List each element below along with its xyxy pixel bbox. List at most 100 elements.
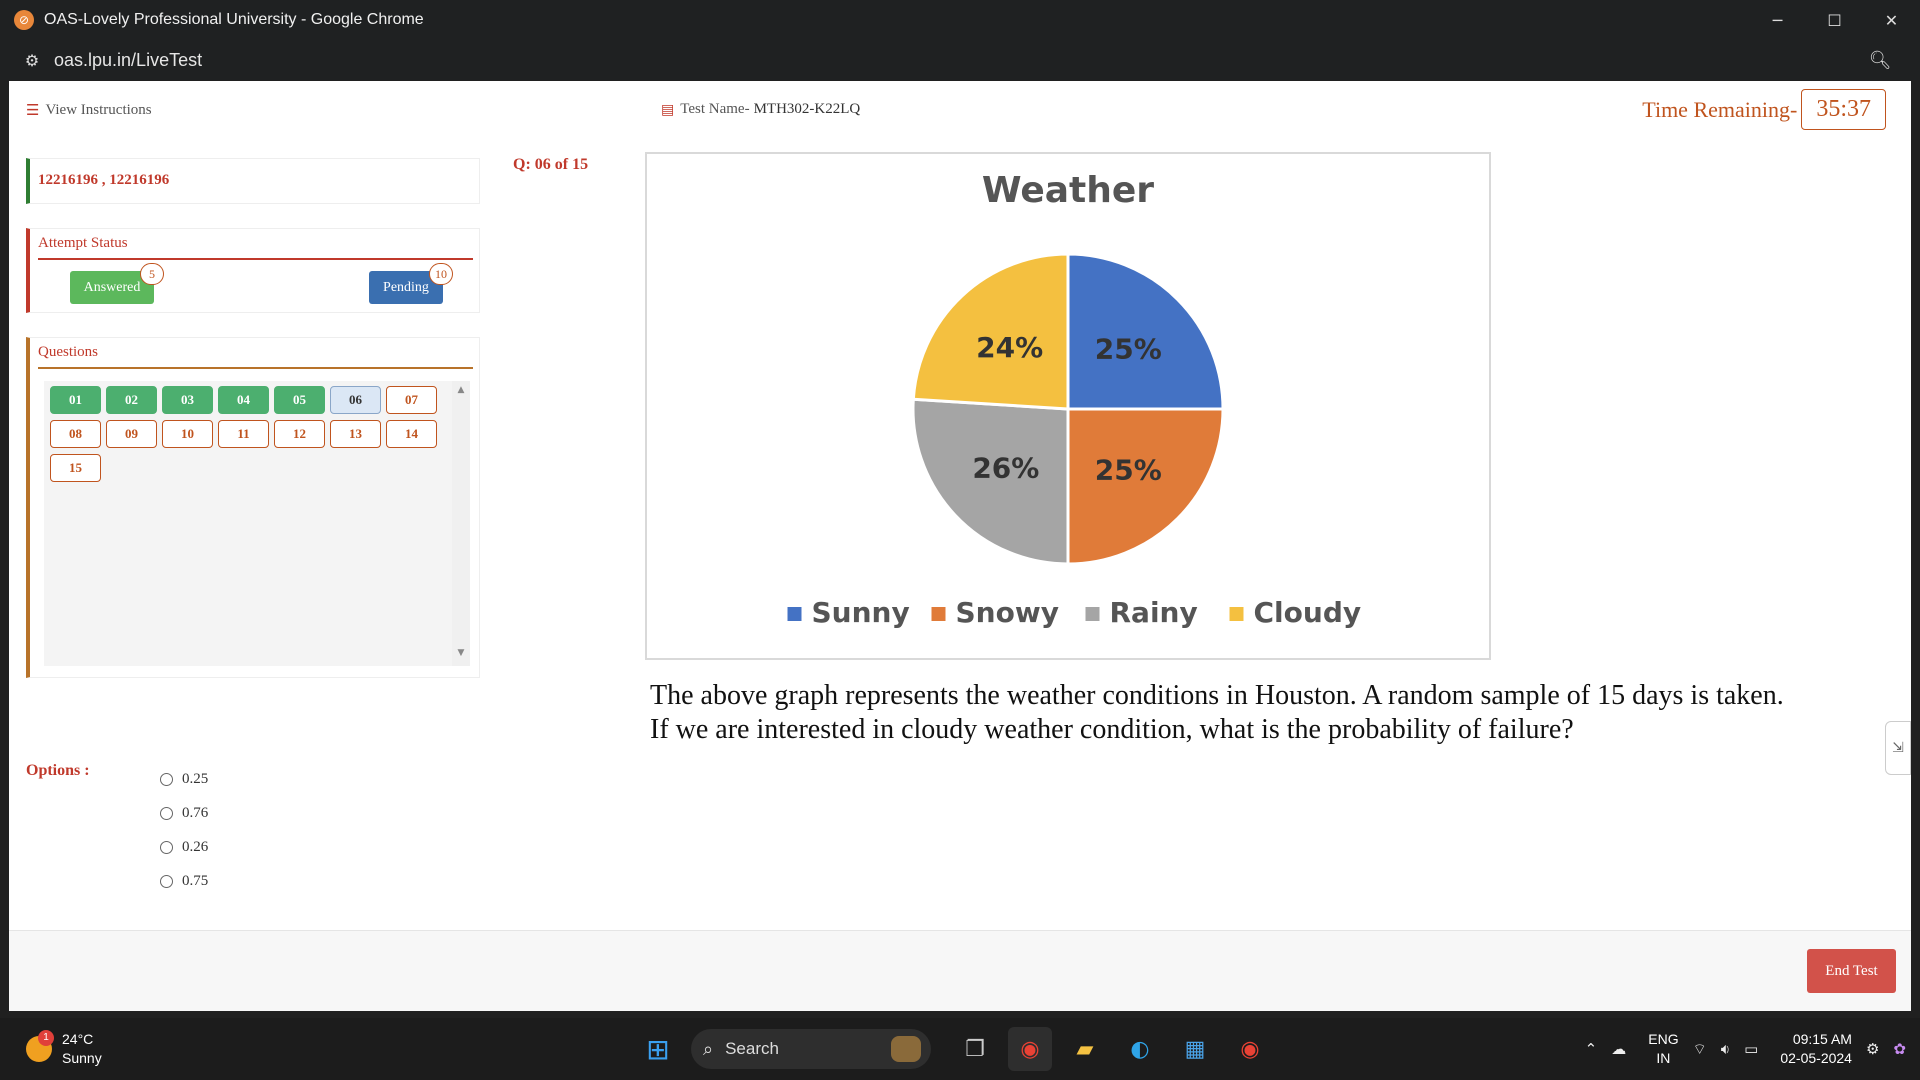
answered-button[interactable]: Answered 5	[70, 263, 164, 304]
time-remaining-label: Time Remaining-	[1642, 96, 1798, 122]
chart-legend: Sunny Snowy Rainy Cloudy	[787, 596, 1362, 629]
question-line-2: If we are interested in cloudy weather c…	[650, 714, 1574, 745]
search-highlight-icon	[891, 1036, 921, 1062]
option-3[interactable]: 0.26	[160, 839, 208, 856]
close-icon[interactable]: ✕	[1863, 0, 1920, 40]
scroll-up-icon[interactable]: ▲	[452, 385, 470, 399]
sun-icon: 1	[26, 1030, 54, 1062]
language-code: ENG	[1648, 1031, 1679, 1047]
system-tray: ⌃ ☁ ENG IN ⌔ 🔉︎ ▭ 09:15 AM 02-05-2024 ⚙ …	[1571, 1027, 1906, 1071]
end-test-button[interactable]: End Test	[1807, 949, 1896, 993]
battery-icon[interactable]: ▭	[1744, 1040, 1758, 1058]
window-controls: ─ ☐ ✕	[1749, 0, 1920, 40]
pie-slices: 25% 25% 26% 24%	[911, 252, 1225, 566]
student-id-panel: 12216196 , 12216196	[26, 158, 480, 204]
pie-label-sunny: 25%	[1095, 333, 1162, 366]
legend-label-cloudy: Cloudy	[1254, 596, 1362, 629]
legend-swatch-sunny	[787, 607, 802, 621]
side-panel-toggle-icon[interactable]: ⇲	[1885, 721, 1911, 775]
option-label: 0.26	[182, 839, 209, 855]
clock[interactable]: 09:15 AM 02-05-2024	[1780, 1030, 1852, 1068]
chrome-active-icon[interactable]: ◉	[1008, 1027, 1052, 1071]
option-radio[interactable]	[160, 807, 173, 820]
legend-swatch-snowy	[931, 607, 946, 621]
question-button-02[interactable]: 02	[106, 386, 157, 414]
legend-label-snowy: Snowy	[956, 596, 1059, 629]
pie-chart-svg: Weather 25% 25% 26% 24% Sunny Snowy Rainy Clou…	[787, 170, 1362, 629]
attempt-status-heading: Attempt Status	[38, 235, 128, 251]
address-bar: ⚙ oas.lpu.in/LiveTest 🔍︎	[0, 40, 1920, 80]
option-4[interactable]: 0.75	[160, 873, 208, 890]
question-button-15[interactable]: 15	[50, 454, 101, 482]
windows-start-icon[interactable]: ⊞	[636, 1027, 680, 1071]
clock-date: 02-05-2024	[1780, 1050, 1852, 1066]
wifi-icon[interactable]: ⌔	[1693, 1040, 1707, 1059]
maximize-icon[interactable]: ☐	[1806, 0, 1863, 40]
scroll-down-icon[interactable]: ▼	[452, 648, 470, 662]
timer: Time Remaining- 35:37	[1642, 89, 1886, 130]
option-radio[interactable]	[160, 841, 173, 854]
file-explorer-icon[interactable]: ▰	[1063, 1027, 1107, 1071]
divider	[38, 258, 473, 260]
zoom-icon[interactable]: 🔍︎	[1868, 48, 1892, 72]
option-2[interactable]: 0.76	[160, 805, 208, 822]
student-ids: 12216196 , 12216196	[38, 172, 170, 188]
question-button-11[interactable]: 11	[218, 420, 269, 448]
edge-icon[interactable]: ◐	[1118, 1027, 1162, 1071]
divider	[38, 367, 473, 369]
question-text: The above graph represents the weather c…	[650, 679, 1850, 747]
taskbar-search[interactable]: ⌕ Search	[691, 1029, 931, 1069]
search-label: Search	[725, 1039, 779, 1058]
window-title: OAS-Lovely Professional University - Goo…	[44, 11, 424, 28]
cloud-icon[interactable]: ☁	[1611, 1040, 1626, 1058]
chevron-up-icon[interactable]: ⌃	[1585, 1040, 1598, 1058]
question-button-08[interactable]: 08	[50, 420, 101, 448]
question-button-14[interactable]: 14	[386, 420, 437, 448]
option-radio[interactable]	[160, 875, 173, 888]
question-grid-scrollbar[interactable]: ▲ ▼	[452, 381, 470, 666]
option-1[interactable]: 0.25	[160, 771, 208, 788]
question-button-03[interactable]: 03	[162, 386, 213, 414]
url-text[interactable]: oas.lpu.in/LiveTest	[54, 50, 202, 71]
question-button-13[interactable]: 13	[330, 420, 381, 448]
option-label: 0.25	[182, 771, 209, 787]
test-page: ☰ View Instructions ▤ Test Name- MTH302-…	[9, 81, 1911, 1011]
question-button-07[interactable]: 07	[386, 386, 437, 414]
question-button-04[interactable]: 04	[218, 386, 269, 414]
pie-label-rainy: 26%	[972, 451, 1039, 484]
question-button-05[interactable]: 05	[274, 386, 325, 414]
legend-label-sunny: Sunny	[812, 596, 910, 629]
weather-widget[interactable]: 1 24°C Sunny	[26, 1030, 102, 1068]
question-grid: 01 02 03 04 05 06 07 08 09 10 11 12 13 14 15	[50, 386, 442, 482]
option-radio[interactable]	[160, 773, 173, 786]
store-icon[interactable]: ▦	[1173, 1027, 1217, 1071]
question-button-12[interactable]: 12	[274, 420, 325, 448]
weather-pie-chart: Weather 25% 25% 26% 24% Sunny Snowy Rainy Clou…	[645, 152, 1491, 660]
chrome-icon[interactable]: ◉	[1228, 1027, 1272, 1071]
copilot-icon[interactable]: ✿	[1893, 1040, 1906, 1058]
temperature: 24°C	[62, 1031, 94, 1047]
language-indicator[interactable]: ENG IN	[1648, 1030, 1678, 1068]
volume-icon[interactable]: 🔉︎	[1721, 1040, 1730, 1058]
site-settings-icon[interactable]: ⚙	[20, 48, 44, 72]
question-button-06[interactable]: 06	[330, 386, 381, 414]
clock-time: 09:15 AM	[1792, 1031, 1852, 1047]
pie-label-snowy: 25%	[1095, 453, 1162, 486]
test-header: ☰ View Instructions ▤ Test Name- MTH302-…	[9, 81, 1911, 139]
question-grid-container: 01 02 03 04 05 06 07 08 09 10 11 12 13 14 15 ▲ ▼	[44, 381, 470, 666]
view-instructions-label: View Instructions	[45, 101, 152, 118]
settings-icon[interactable]: ⚙	[1866, 1040, 1879, 1058]
question-button-10[interactable]: 10	[162, 420, 213, 448]
question-button-09[interactable]: 09	[106, 420, 157, 448]
questions-heading: Questions	[38, 344, 98, 360]
pending-count-badge: 10	[429, 263, 453, 285]
question-line-1: The above graph represents the weather c…	[650, 680, 1784, 711]
windows-taskbar: 1 24°C Sunny ⊞ ⌕ Search ❐ ◉ ▰ ◐ ▦ ◉ ⌃ ☁ …	[0, 1018, 1920, 1080]
option-label: 0.76	[182, 805, 209, 821]
attempt-status-panel: Attempt Status Answered 5 Pending 10	[26, 228, 480, 313]
view-instructions-link[interactable]: ☰ View Instructions	[26, 101, 152, 119]
pending-button[interactable]: Pending 10	[369, 263, 453, 304]
question-button-01[interactable]: 01	[50, 386, 101, 414]
minimize-icon[interactable]: ─	[1749, 0, 1806, 40]
task-view-icon[interactable]: ❐	[953, 1027, 997, 1071]
